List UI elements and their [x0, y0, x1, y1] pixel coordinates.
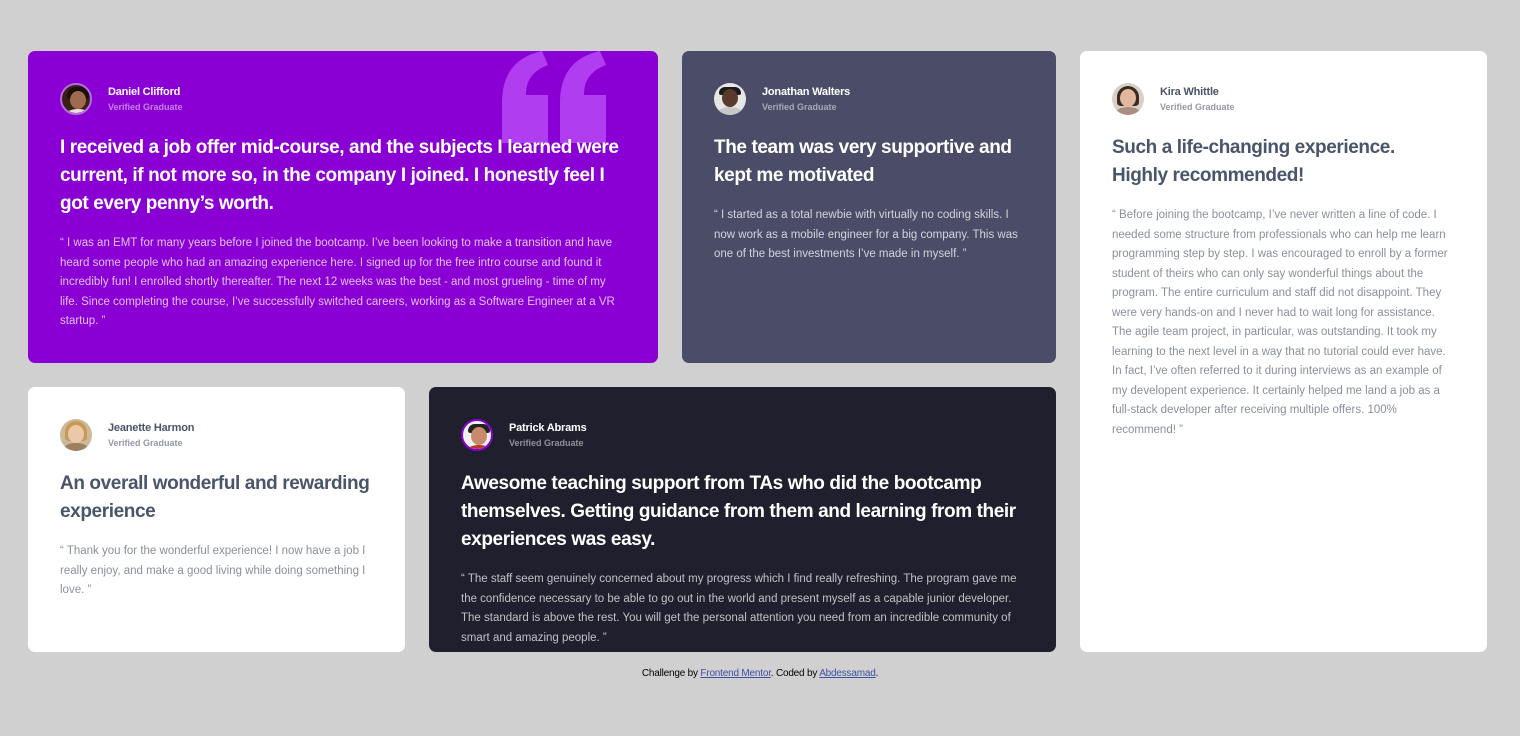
- testimonial-quote: “ Before joining the bootcamp, I’ve neve…: [1112, 209, 1448, 436]
- author-name: Kira Whittle: [1160, 85, 1219, 98]
- avatar: [461, 419, 493, 451]
- frontend-mentor-link[interactable]: Frontend Mentor: [700, 668, 771, 679]
- testimonial-quote: “ Thank you for the wonderful experience…: [60, 545, 366, 596]
- testimonial-headline: I received a job offer mid-course, and t…: [60, 137, 619, 214]
- avatar: [60, 419, 92, 451]
- author-role: Verified Graduate: [1160, 101, 1235, 112]
- author-name: Jeanette Harmon: [108, 421, 195, 434]
- testimonial-card-jonathan: Jonathan Walters Verified Graduate The t…: [682, 51, 1056, 363]
- testimonial-quote: “ I was an EMT for many years before I j…: [60, 237, 615, 327]
- attribution-suffix: .: [875, 668, 879, 679]
- testimonial-quote: “ The staff seem genuinely concerned abo…: [461, 573, 1017, 644]
- avatar: [60, 83, 92, 115]
- testimonial-card-patrick: Patrick Abrams Verified Graduate Awesome…: [429, 387, 1056, 652]
- attribution: Challenge by Frontend Mentor. Coded by A…: [0, 668, 1520, 679]
- testimonial-headline: The team was very supportive and kept me…: [714, 137, 1012, 186]
- author-name: Jonathan Walters: [762, 85, 851, 98]
- testimonial-card-jeanette: Jeanette Harmon Verified Graduate An ove…: [28, 387, 405, 652]
- attribution-middle: . Coded by: [770, 668, 820, 679]
- author-name: Daniel Clifford: [108, 85, 181, 98]
- author-role: Verified Graduate: [108, 101, 183, 112]
- author-link[interactable]: Abdessamad: [819, 668, 876, 679]
- testimonial-card-daniel: Daniel Clifford Verified Graduate I rece…: [28, 51, 658, 363]
- avatar: [714, 83, 746, 115]
- testimonial-headline: Such a life-changing experience. Highly …: [1112, 137, 1395, 186]
- testimonial-headline: An overall wonderful and rewarding exper…: [60, 473, 370, 522]
- testimonial-quote: “ I started as a total newbie with virtu…: [714, 209, 1018, 260]
- author-role: Verified Graduate: [762, 101, 837, 112]
- author-name: Patrick Abrams: [509, 421, 587, 434]
- attribution-prefix: Challenge by: [641, 668, 701, 679]
- author-role: Verified Graduate: [509, 437, 584, 448]
- testimonial-headline: Awesome teaching support from TAs who di…: [461, 473, 1016, 550]
- testimonial-card-kira: Kira Whittle Verified Graduate Such a li…: [1080, 51, 1487, 652]
- avatar: [1112, 83, 1144, 115]
- author-role: Verified Graduate: [108, 437, 183, 448]
